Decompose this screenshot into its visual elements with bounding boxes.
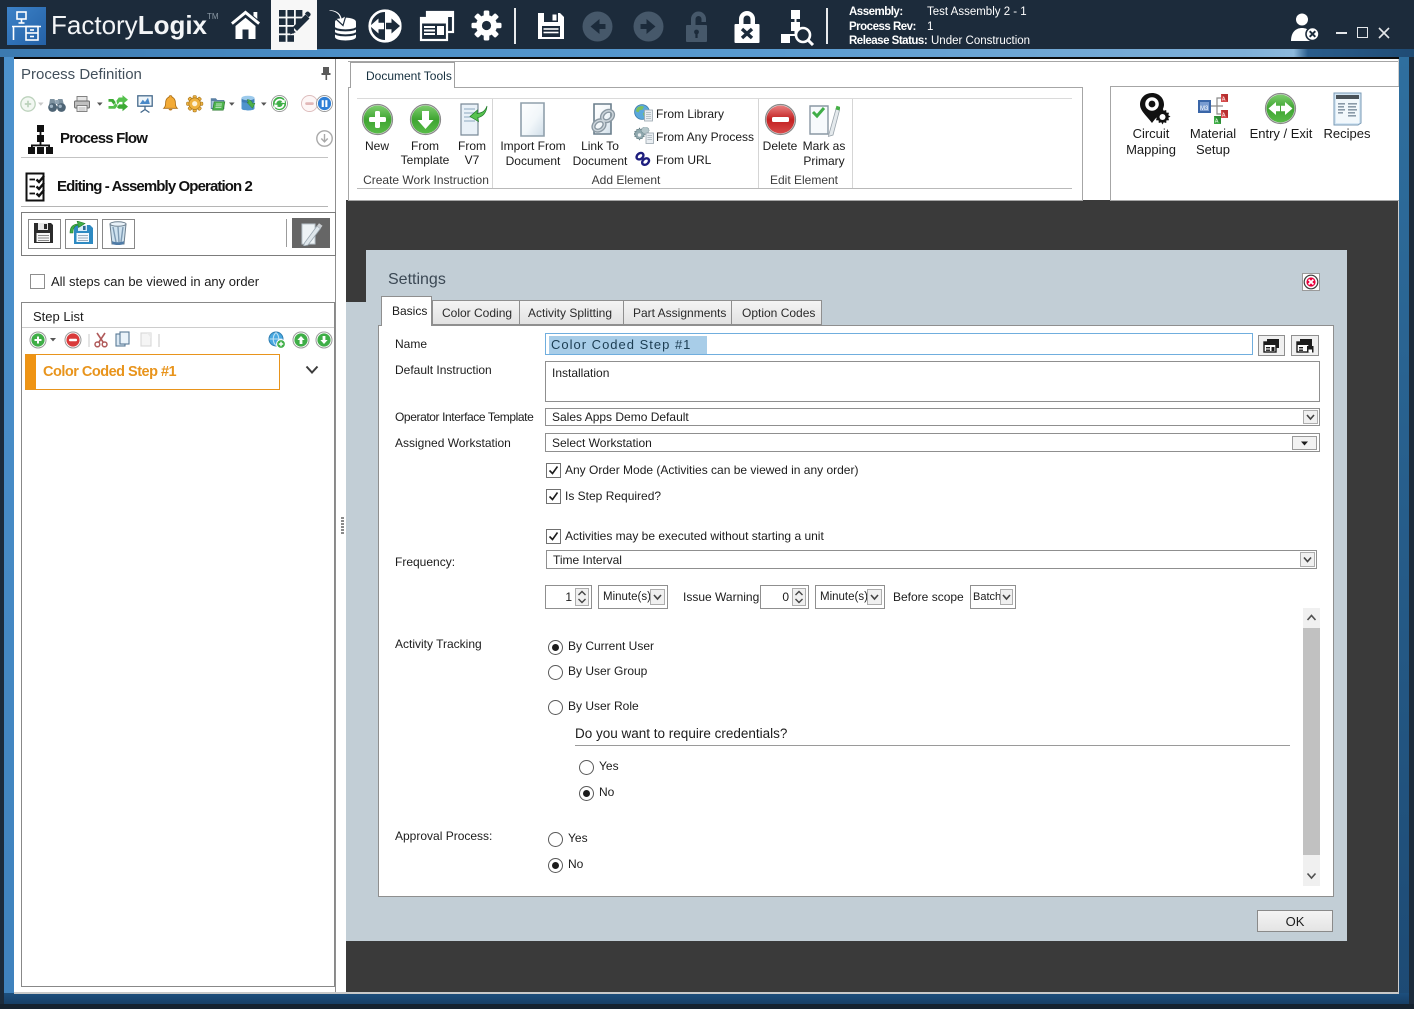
svg-text:M3: M3: [1200, 106, 1209, 112]
